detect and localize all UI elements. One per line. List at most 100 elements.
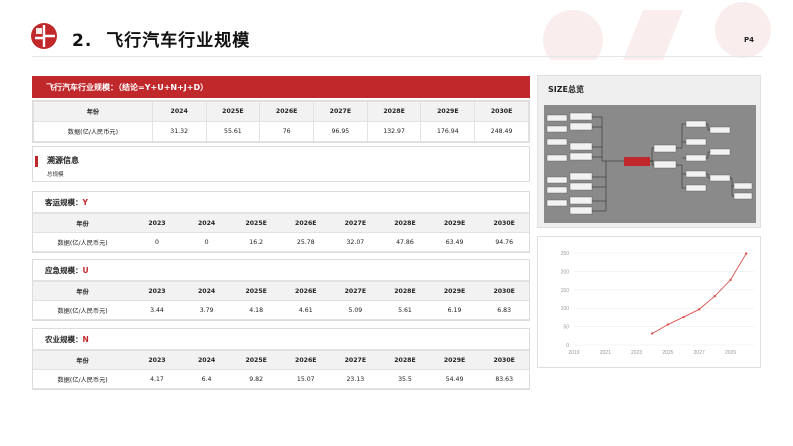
source-title: 溯源信息: [47, 156, 79, 165]
data-point: [651, 332, 654, 335]
table-cell: 2023: [132, 350, 182, 370]
section-code: Y: [82, 198, 88, 207]
table-cell: 2024: [181, 281, 232, 301]
size-tree-diagram: [544, 105, 756, 223]
table-cell: 32.07: [330, 232, 381, 252]
section-label: 客运规模：: [45, 198, 83, 207]
table-cell: 2029E: [420, 101, 476, 122]
table-cell: 数据(亿/人民币元): [33, 300, 133, 320]
table-cell: 2030E: [479, 213, 529, 233]
x-tick-label: 2021: [600, 350, 611, 356]
x-tick-label: 2029: [725, 350, 736, 356]
section-label: 农业规模：: [45, 335, 83, 344]
x-tick-label: 2025: [662, 350, 673, 356]
table-cell: 2025E: [231, 281, 281, 301]
y-tick-label: 50: [563, 325, 569, 331]
table-cell: 年份: [33, 281, 133, 301]
table-cell: 2024: [181, 213, 232, 233]
table-cell: 0: [181, 232, 232, 252]
table-cell: 47.86: [380, 232, 430, 252]
table-row: 数据(亿/人民币元) 3.44 3.79 4.18 4.61 5.09 5.61…: [33, 300, 529, 320]
table-cell: 5.61: [380, 300, 430, 320]
data-point: [666, 323, 670, 326]
table-cell: 4.17: [132, 369, 182, 389]
table-cell: 2023: [132, 213, 182, 233]
table-cell: 25.78: [280, 232, 331, 252]
section-title: 应急规模：U: [33, 260, 529, 281]
agriculture-scale-section: 农业规模：N 年份 2023 2024 2025E 2026E 2027E 20…: [32, 328, 530, 390]
data-point: [682, 315, 685, 319]
passenger-scale-section: 客运规模：Y 年份 2023 2024 2025E 2026E 2027E 20…: [32, 191, 530, 253]
table-row: 数据(亿/人民币元) 0 0 16.2 25.78 32.07 47.86 63…: [33, 232, 529, 252]
data-point: [744, 252, 748, 255]
x-tick-label: 2019: [568, 350, 579, 356]
table-cell: 94.76: [479, 232, 529, 252]
source-subtitle: 总规模: [47, 172, 64, 178]
table-cell: 2029E: [429, 213, 480, 233]
table-cell: 2028E: [380, 213, 430, 233]
summary-table: 年份 2024 2025E 2026E 2027E 2028E 2029E 20…: [32, 100, 530, 143]
emergency-scale-section: 应急规模：U 年份 2023 2024 2025E 2026E 2027E 20…: [32, 259, 530, 321]
table-cell: 2025E: [205, 101, 261, 122]
table-cell: 2028E: [380, 281, 430, 301]
table-cell: 2029E: [429, 350, 480, 370]
table-cell: 16.2: [231, 232, 281, 252]
page-number: P4: [744, 36, 755, 44]
table-cell: 2030E: [479, 350, 529, 370]
table-cell: 248.49: [474, 121, 529, 142]
data-point: [713, 294, 717, 298]
company-logo-icon: [31, 23, 57, 49]
table-cell: 2024: [181, 350, 232, 370]
y-tick-label: 0: [566, 343, 569, 349]
table-cell: 6.19: [429, 300, 480, 320]
table-header-row: 年份 2024 2025E 2026E 2027E 2028E 2029E 20…: [33, 101, 529, 122]
table-cell: 96.95: [313, 121, 368, 142]
section-code: N: [82, 335, 89, 344]
table-cell: 2030E: [479, 281, 529, 301]
table-cell: 0: [132, 232, 182, 252]
table-cell: 3.79: [181, 300, 232, 320]
table-cell: 年份: [33, 213, 133, 233]
y-tick-label: 100: [561, 306, 570, 312]
section-code: U: [82, 266, 89, 275]
table-cell: 2028E: [366, 101, 422, 122]
table-cell: 2026E: [280, 213, 331, 233]
table-cell: 2025E: [231, 213, 281, 233]
table-cell: 2026E: [280, 281, 331, 301]
table-cell: 4.18: [231, 300, 281, 320]
table-cell: 35.5: [380, 369, 430, 389]
trend-chart-panel: 0 50 100 150 200 250 2019 2021 2023 2025 2027 2029: [537, 236, 761, 368]
table-row: 数据(亿/人民币元) 4.17 6.4 9.82 15.07 23.13 35.…: [33, 369, 529, 389]
table-cell: 76: [259, 121, 314, 142]
table-cell: 2027E: [330, 213, 381, 233]
table-cell: 6.83: [479, 300, 529, 320]
table-cell: 176.94: [420, 121, 476, 142]
y-tick-label: 250: [561, 251, 570, 257]
data-point: [729, 278, 732, 282]
table-cell: 63.49: [429, 232, 480, 252]
table-cell: 数据(亿/人民币元): [33, 121, 153, 142]
accent-mark: [35, 156, 38, 167]
line-chart: 0 50 100 150 200 250 2019 2021 2023 2025 2027 2029: [561, 251, 754, 356]
page-title: 2. 飞行汽车行业规模: [72, 26, 250, 51]
summary-banner: 飞行汽车行业规模：（结论=Y+U+N+J+D）: [32, 76, 530, 98]
table-cell: 数据(亿/人民币元): [33, 369, 133, 389]
table-cell: 2028E: [380, 350, 430, 370]
table-cell: 2023: [132, 281, 182, 301]
table-cell: 4.61: [280, 300, 331, 320]
table-row: 数据(亿/人民币元) 31.32 55.61 76 96.95 132.97 1…: [33, 121, 529, 142]
section-number: 2.: [72, 31, 93, 51]
table-header-row: 年份 2023 2024 2025E 2026E 2027E 2028E 202…: [33, 350, 529, 370]
size-overview-panel: SIZE总览: [537, 75, 761, 228]
table-cell: 31.32: [151, 121, 207, 142]
x-tick-label: 2027: [694, 350, 705, 356]
title-text: 飞行汽车行业规模: [106, 31, 251, 51]
table-header-row: 年份 2023 2024 2025E 2026E 2027E 2028E 202…: [33, 213, 529, 233]
table-header-row: 年份 2023 2024 2025E 2026E 2027E 2028E 202…: [33, 281, 529, 301]
table-cell: 2025E: [231, 350, 281, 370]
source-info-box: 溯源信息 总规模: [32, 146, 530, 182]
table-cell: 3.44: [132, 300, 182, 320]
table-cell: 55.61: [205, 121, 261, 142]
background-decoration: [543, 2, 771, 60]
table-cell: 15.07: [280, 369, 331, 389]
